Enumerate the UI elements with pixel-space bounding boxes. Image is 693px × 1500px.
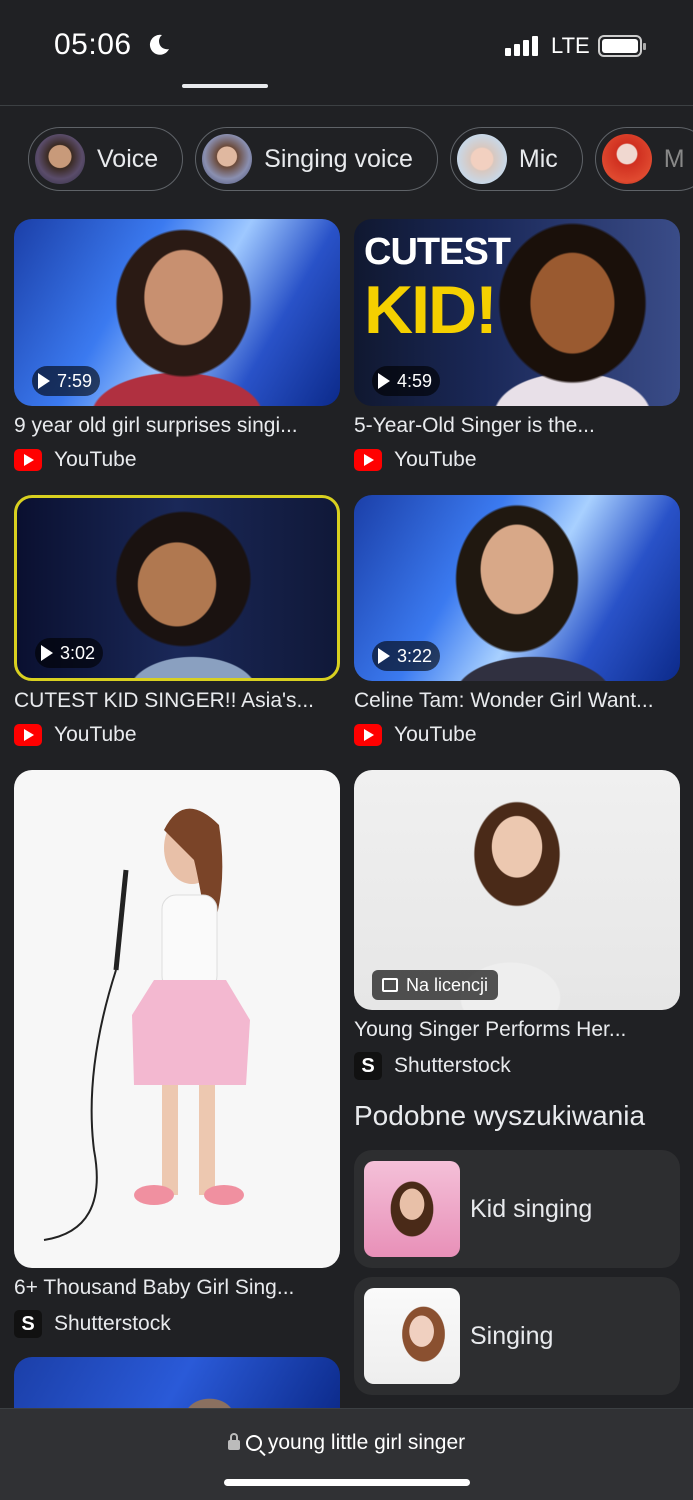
- video-thumbnail[interactable]: 3:02: [14, 495, 340, 681]
- duration-badge: 7:59: [32, 366, 101, 396]
- youtube-icon: [14, 724, 42, 746]
- chip-label: M: [663, 144, 685, 173]
- chip-label: Mic: [518, 144, 558, 173]
- duration-text: 4:59: [397, 370, 433, 391]
- chip-thumbnail: [456, 134, 507, 184]
- search-query: young little girl singer: [267, 1431, 466, 1454]
- play-icon: [378, 373, 390, 389]
- status-bar: 05:06 LTE: [0, 0, 693, 90]
- result-title[interactable]: CUTEST KID SINGER!! Asia's...: [14, 689, 340, 713]
- play-icon: [41, 645, 53, 661]
- source-name: Shutterstock: [54, 1312, 171, 1335]
- battery-icon: [598, 35, 646, 57]
- chip-thumbnail: [601, 134, 652, 184]
- play-icon: [378, 648, 390, 664]
- singer-figure: [43, 808, 250, 1241]
- image-thumbnail[interactable]: Na licencji: [354, 770, 680, 1010]
- youtube-icon: [354, 449, 382, 471]
- related-thumbnail: [364, 1288, 460, 1384]
- chip-voice[interactable]: Voice: [28, 127, 184, 191]
- youtube-icon: [354, 724, 382, 746]
- related-label: Kid singing: [470, 1194, 593, 1223]
- signal-icon: [505, 36, 538, 56]
- url-display[interactable]: young little girl singer: [0, 1431, 693, 1455]
- license-text: Na licencji: [406, 974, 489, 995]
- chip-label: Voice: [97, 144, 159, 173]
- result-source[interactable]: S Shutterstock: [354, 1052, 680, 1080]
- result-title[interactable]: Celine Tam: Wonder Girl Want...: [354, 689, 680, 713]
- duration-badge: 4:59: [372, 366, 441, 396]
- divider: [0, 105, 693, 106]
- related-label: Singing: [470, 1321, 554, 1350]
- license-badge: Na licencji: [372, 970, 499, 1000]
- video-thumbnail[interactable]: 7:59: [14, 219, 340, 406]
- source-name: YouTube: [54, 448, 137, 471]
- play-icon: [38, 373, 50, 389]
- related-searches-heading: Podobne wyszukiwania: [354, 1100, 646, 1131]
- home-indicator[interactable]: [224, 1479, 470, 1486]
- search-icon: [245, 1435, 262, 1451]
- chip-thumbnail: [202, 134, 253, 184]
- source-name: YouTube: [54, 723, 137, 746]
- result-source[interactable]: YouTube: [354, 723, 680, 747]
- result-card[interactable]: 7:59 9 year old girl surprises singi... …: [14, 219, 340, 472]
- source-name: YouTube: [394, 723, 477, 746]
- result-card[interactable]: Na licencji Young Singer Performs Her...…: [354, 770, 680, 1080]
- filter-chips: Voice Singing voice Mic M: [28, 127, 693, 191]
- video-thumbnail[interactable]: CUTEST KID! 4:59: [354, 219, 680, 406]
- shutterstock-icon: S: [354, 1052, 382, 1080]
- result-card[interactable]: 3:02 CUTEST KID SINGER!! Asia's... YouTu…: [14, 495, 340, 747]
- chip-singing-voice[interactable]: Singing voice: [195, 127, 438, 191]
- thumb-text-cutest: CUTEST: [364, 231, 511, 273]
- source-name: Shutterstock: [394, 1054, 511, 1077]
- image-thumbnail[interactable]: [14, 770, 340, 1268]
- result-card[interactable]: 6+ Thousand Baby Girl Sing... S Shutters…: [14, 770, 340, 1338]
- chip-label: Singing voice: [264, 144, 413, 173]
- result-title[interactable]: 5-Year-Old Singer is the...: [354, 414, 680, 438]
- source-name: YouTube: [394, 448, 477, 471]
- chip-thumbnail: [35, 134, 85, 184]
- result-card[interactable]: 3:22 Celine Tam: Wonder Girl Want... You…: [354, 495, 680, 747]
- duration-text: 7:59: [57, 370, 93, 391]
- duration-text: 3:22: [397, 645, 433, 666]
- result-title[interactable]: 6+ Thousand Baby Girl Sing...: [14, 1276, 340, 1300]
- thumb-text-kid: KID!: [364, 272, 498, 348]
- duration-badge: 3:02: [35, 638, 104, 668]
- lock-icon: [227, 1433, 240, 1450]
- result-source[interactable]: YouTube: [14, 723, 340, 747]
- related-thumbnail: [364, 1161, 460, 1257]
- result-card[interactable]: CUTEST KID! 4:59 5-Year-Old Singer is th…: [354, 219, 680, 472]
- network-type: LTE: [551, 33, 590, 58]
- moon-icon: [149, 34, 169, 55]
- chip-more[interactable]: M: [594, 127, 693, 191]
- result-title[interactable]: Young Singer Performs Her...: [354, 1018, 680, 1042]
- result-source[interactable]: YouTube: [354, 448, 680, 472]
- related-search-singing[interactable]: Singing: [354, 1277, 680, 1395]
- result-source[interactable]: YouTube: [14, 448, 340, 472]
- address-bar[interactable]: young little girl singer: [0, 1408, 693, 1500]
- chip-mic[interactable]: Mic: [449, 127, 583, 191]
- tab-indicator: [182, 84, 268, 88]
- result-source[interactable]: S Shutterstock: [14, 1310, 340, 1338]
- related-search-kid-singing[interactable]: Kid singing: [354, 1150, 680, 1268]
- video-thumbnail[interactable]: 3:22: [354, 495, 680, 681]
- duration-badge: 3:22: [372, 641, 441, 671]
- duration-text: 3:02: [60, 642, 96, 663]
- clock: 05:06: [54, 28, 132, 61]
- result-title[interactable]: 9 year old girl surprises singi...: [14, 414, 340, 438]
- image-icon: [382, 978, 398, 992]
- youtube-icon: [14, 449, 42, 471]
- shutterstock-icon: S: [14, 1310, 42, 1338]
